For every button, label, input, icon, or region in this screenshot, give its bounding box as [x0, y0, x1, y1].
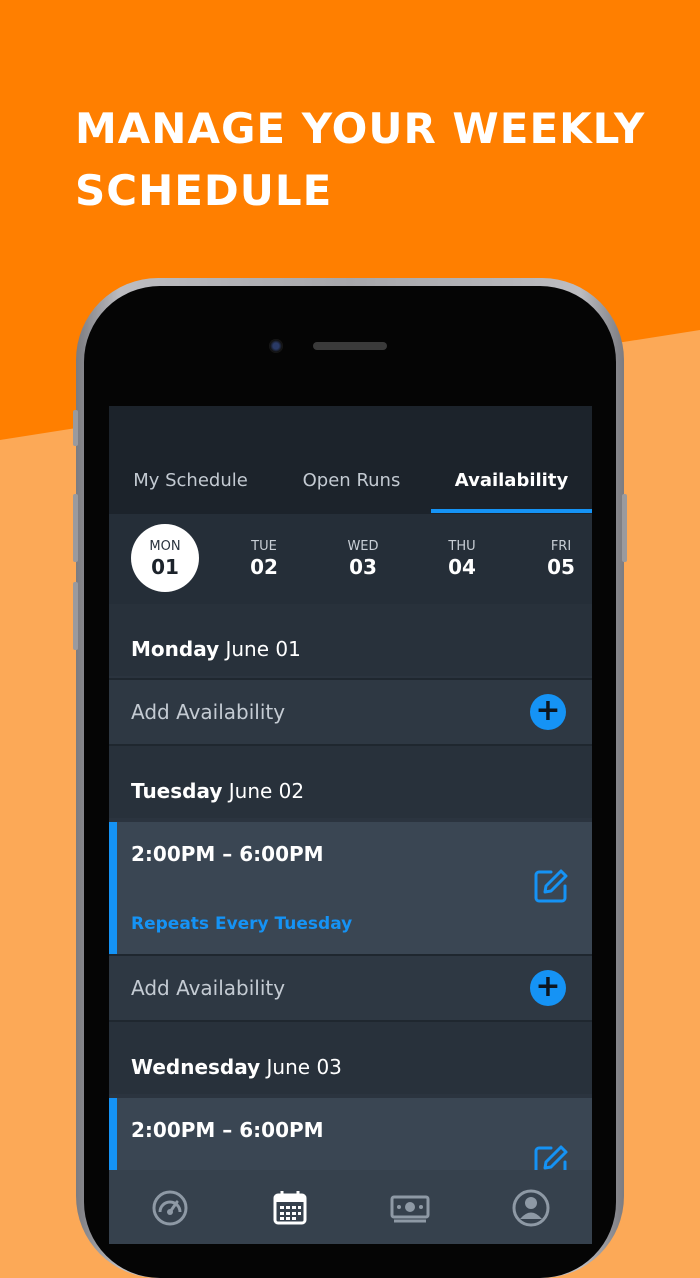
day-name: WED	[347, 539, 379, 554]
active-tab-indicator	[431, 509, 592, 513]
profile-icon[interactable]	[511, 1188, 551, 1228]
headline-line-2: SCHEDULE	[75, 166, 333, 215]
day-name: THU	[448, 539, 476, 554]
power-button	[622, 494, 627, 562]
mute-switch	[73, 410, 78, 446]
tab-availability[interactable]: Availability	[431, 468, 592, 514]
section-date: June 02	[228, 779, 305, 803]
slot-time: 2:00PM – 6:00PM	[131, 1118, 324, 1142]
day-number: 01	[151, 555, 179, 579]
day-thu[interactable]: THU 04	[428, 524, 496, 592]
edit-icon[interactable]	[531, 866, 571, 906]
day-tue[interactable]: TUE 02	[230, 524, 298, 592]
day-name: FRI	[550, 539, 572, 554]
app-screen: My Schedule Open Runs Availability MON 0…	[109, 406, 592, 1244]
day-wed[interactable]: WED 03	[329, 524, 397, 592]
day-name: TUE	[251, 539, 277, 554]
availability-slot[interactable]: 2:00PM – 6:00PM Repeats Every Tuesday	[109, 822, 592, 956]
add-availability-label: Add Availability	[131, 700, 286, 724]
money-icon[interactable]	[390, 1188, 430, 1228]
tab-my-schedule[interactable]: My Schedule	[109, 468, 272, 514]
day-name: MON	[149, 539, 181, 554]
volume-up-button	[73, 494, 78, 562]
section-date: June 03	[266, 1055, 342, 1079]
volume-down-button	[73, 582, 78, 650]
section-weekday: Monday	[131, 637, 220, 661]
day-fri[interactable]: FRI 05	[527, 524, 592, 592]
tab-open-runs[interactable]: Open Runs	[272, 468, 431, 514]
add-availability-button[interactable]: +	[530, 970, 566, 1006]
calendar-icon[interactable]	[270, 1188, 310, 1228]
add-availability-row-monday[interactable]: Add Availability +	[109, 678, 592, 746]
day-number: 03	[349, 555, 377, 579]
day-number: 05	[547, 555, 575, 579]
add-availability-button[interactable]: +	[530, 694, 566, 730]
day-number: 04	[448, 555, 476, 579]
section-wednesday: Wednesday June 03	[109, 1022, 592, 1094]
top-tab-bar: My Schedule Open Runs Availability	[109, 406, 592, 514]
slot-time: 2:00PM – 6:00PM	[131, 842, 324, 866]
section-weekday: Tuesday	[131, 779, 223, 803]
day-mon[interactable]: MON 01	[131, 524, 199, 592]
day-picker: MON 01 TUE 02 WED 03 THU 04 FRI 05	[109, 514, 592, 604]
add-availability-label: Add Availability	[131, 976, 286, 1000]
section-weekday: Wednesday	[131, 1055, 261, 1079]
headline: MANAGE YOUR WEEKLY SCHEDULE	[75, 98, 675, 222]
bottom-nav	[109, 1170, 592, 1244]
section-tuesday: Tuesday June 02	[109, 746, 592, 818]
earpiece-speaker	[313, 342, 387, 350]
day-number: 02	[250, 555, 278, 579]
headline-line-1: MANAGE YOUR WEEKLY	[75, 104, 646, 153]
front-camera	[269, 339, 283, 353]
dashboard-gauge-icon[interactable]	[150, 1188, 190, 1228]
add-availability-row-tuesday[interactable]: Add Availability +	[109, 954, 592, 1022]
section-monday: Monday June 01	[109, 604, 592, 676]
slot-repeat-rule: Repeats Every Tuesday	[131, 914, 353, 934]
section-date: June 01	[225, 637, 301, 661]
